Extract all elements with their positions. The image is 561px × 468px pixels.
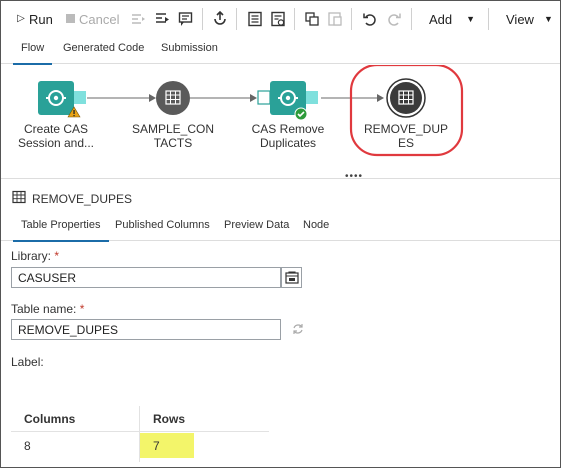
label-field-label: Label: — [11, 355, 44, 369]
cancel-button[interactable]: Cancel — [64, 9, 119, 29]
caret-down-icon: ▼ — [543, 14, 553, 24]
library-field[interactable]: CASUSER — [11, 267, 281, 288]
node-create-cas-session[interactable] — [38, 81, 86, 118]
toolbar-separator — [202, 8, 203, 30]
node-label-line: CAS Remove — [251, 122, 325, 136]
columns-value: 8 — [24, 439, 31, 453]
resize-grip-icon[interactable]: •••• — [345, 172, 363, 182]
publish-icon[interactable] — [211, 10, 229, 28]
stats-row-divider — [11, 431, 269, 432]
add-label: Add — [429, 11, 453, 27]
panel-title-text: REMOVE_DUPES — [32, 191, 133, 206]
view-dropdown[interactable]: View ▼ — [506, 9, 553, 29]
insert-node-icon[interactable] — [154, 10, 172, 28]
node-label-remove-dupes: REMOVE_DUP ES — [356, 122, 456, 150]
move-forward-icon[interactable] — [130, 10, 148, 28]
cancel-label: Cancel — [79, 11, 120, 27]
required-mark: * — [79, 302, 85, 316]
tab-node[interactable]: Node — [303, 219, 329, 241]
node-label-sample-contacts: SAMPLE_CON TACTS — [123, 122, 223, 150]
toolbar-separator — [294, 8, 295, 30]
tab-flow[interactable]: Flow — [12, 42, 53, 65]
toolbar-separator — [236, 8, 237, 30]
tab-preview-data[interactable]: Preview Data — [224, 219, 289, 241]
flow-tabs: Flow Generated Code Submission — [1, 36, 560, 65]
library-browse-icon — [284, 270, 299, 284]
properties-tabs: Table Properties Published Columns Previ… — [1, 213, 560, 242]
connector-arrow — [87, 94, 156, 102]
node-cas-remove-duplicates[interactable] — [257, 81, 318, 121]
connector-arrow — [321, 94, 384, 102]
node-label-line: SAMPLE_CON — [131, 122, 215, 136]
play-icon: ▷ — [17, 13, 25, 24]
stop-icon — [64, 11, 76, 27]
tab-published-columns[interactable]: Published Columns — [115, 219, 210, 241]
refresh-icon[interactable] — [291, 322, 305, 341]
undo-icon[interactable] — [361, 10, 379, 28]
success-check-icon — [294, 107, 308, 121]
properties-icon[interactable] — [246, 10, 264, 28]
table-name-label: Table name: * — [11, 302, 84, 316]
add-dropdown[interactable]: Add ▼ — [429, 9, 475, 29]
stats-table: Columns Rows 8 7 — [11, 406, 269, 462]
node-label-cas-remove: CAS Remove Duplicates — [238, 122, 338, 150]
flow-canvas[interactable]: Create CAS Session and... SAMPLE_CON TAC… — [1, 65, 560, 177]
table-icon — [12, 190, 26, 207]
run-button[interactable]: ▷ Run — [15, 9, 53, 29]
node-label-line: ES — [397, 136, 414, 150]
node-label-line: REMOVE_DUP — [363, 122, 449, 136]
comment-icon[interactable] — [177, 10, 195, 28]
paste-icon[interactable] — [326, 10, 344, 28]
tab-submission[interactable]: Submission — [161, 42, 218, 64]
toolbar-separator — [351, 8, 352, 30]
rows-value: 7 — [153, 439, 160, 453]
table-name-label-text: Table name: — [11, 302, 77, 316]
library-label-text: Library: — [11, 249, 52, 263]
columns-header: Columns — [24, 412, 76, 426]
panel-divider — [1, 178, 560, 179]
node-sample-contacts[interactable] — [156, 81, 190, 115]
node-label-line: TACTS — [153, 136, 193, 150]
node-label-line: Session and... — [17, 136, 95, 150]
tab-generated-code[interactable]: Generated Code — [63, 42, 144, 64]
toolbar-separator — [488, 8, 489, 30]
library-label: Library: * — [11, 249, 59, 263]
toolbar-separator — [411, 8, 412, 30]
panel-title: REMOVE_DUPES — [12, 190, 132, 207]
rows-header: Rows — [153, 412, 186, 426]
validate-icon[interactable] — [269, 10, 287, 28]
toolbar: ▷ Run Cancel Add ▼ View ▼ — [1, 1, 560, 36]
run-label: Run — [29, 11, 53, 27]
connector-arrow — [190, 94, 257, 102]
node-label-create-cas: Create CAS Session and... — [6, 122, 106, 150]
redo-icon[interactable] — [385, 10, 403, 28]
browse-library-button[interactable] — [281, 267, 302, 288]
rows-highlight — [140, 433, 194, 458]
required-mark: * — [54, 249, 60, 263]
copy-icon[interactable] — [303, 10, 321, 28]
table-name-field[interactable]: REMOVE_DUPES — [11, 319, 281, 340]
caret-down-icon: ▼ — [466, 14, 476, 24]
tab-table-properties[interactable]: Table Properties — [13, 219, 108, 242]
node-label-line: Create CAS — [23, 122, 89, 136]
view-label: View — [506, 11, 534, 27]
node-label-line: Duplicates — [259, 136, 317, 150]
